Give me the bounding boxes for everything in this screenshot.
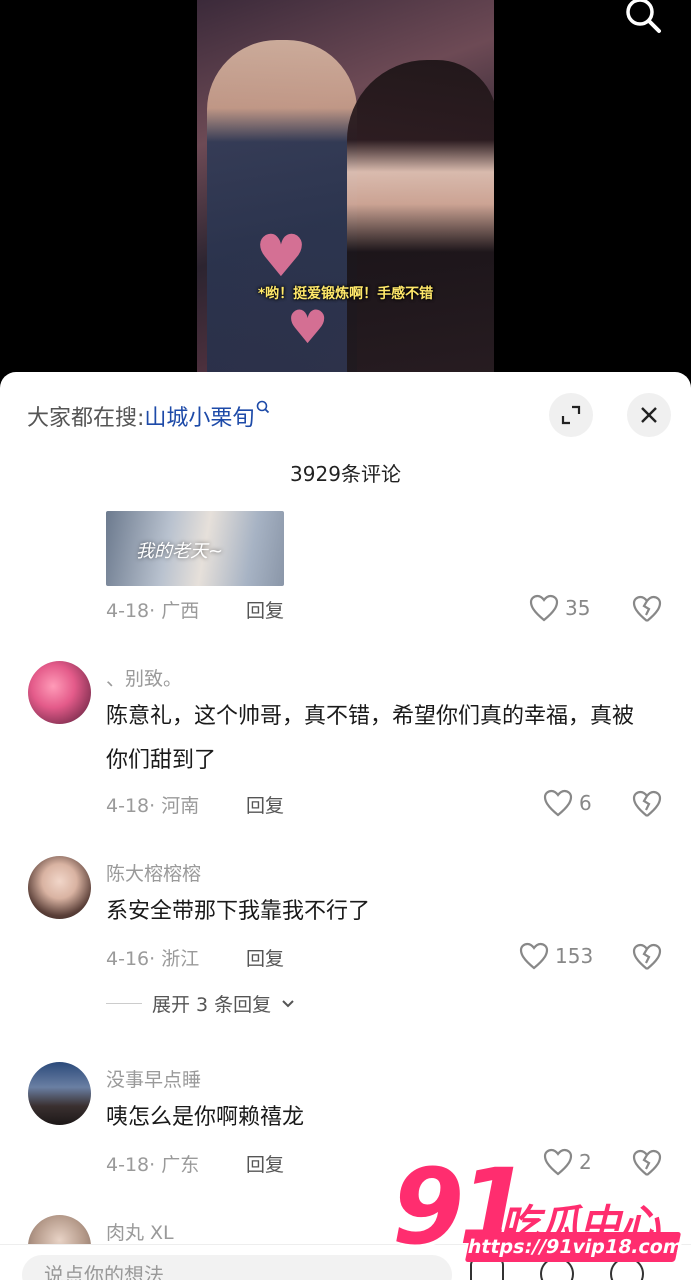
like-button[interactable]: 153: [519, 942, 593, 970]
video-player[interactable]: ♥ ♥ *哟！挺爱锻炼啊！手感不错: [197, 0, 494, 380]
comment-meta: 4-18· 广东: [106, 1154, 200, 1176]
like-count: 6: [579, 791, 592, 815]
comment-username[interactable]: 、别致。: [106, 664, 182, 691]
search-suggestion[interactable]: 大家都在搜:山城小栗旬: [27, 400, 270, 432]
search-suggestion-prefix: 大家都在搜:: [27, 406, 145, 431]
expand-fullscreen-button[interactable]: [549, 393, 593, 437]
search-small-icon: [257, 400, 270, 414]
like-count: 35: [565, 596, 591, 620]
search-suggestion-keyword[interactable]: 山城小栗旬: [144, 406, 254, 431]
reply-button[interactable]: 回复: [246, 596, 284, 623]
like-button[interactable]: 35: [529, 594, 590, 622]
screen: ♥ ♥ *哟！挺爱锻炼啊！手感不错 大家都在搜:山城小栗旬 3929条评论 我的…: [0, 0, 691, 1280]
expand-replies-button[interactable]: 展开 3 条回复: [106, 990, 295, 1017]
comment-username[interactable]: 肉丸 XL: [106, 1218, 174, 1245]
broken-heart-icon[interactable]: [632, 943, 662, 971]
close-icon: [641, 407, 657, 423]
expand-replies-label: 展开 3 条回复: [152, 994, 272, 1016]
comment-meta: 4-18· 广西: [106, 600, 200, 622]
divider-line: [106, 1003, 142, 1004]
watermark-logo: 91 吃瓜中心 https://91vip18.com: [392, 1146, 685, 1272]
comment-text: 咦怎么是你啊赖禧龙: [106, 1105, 305, 1130]
expand-icon: [561, 405, 581, 425]
comment-meta: 4-16· 浙江: [106, 948, 200, 970]
comment-image-caption: 我的老天~: [136, 541, 224, 562]
video-caption: *哟！挺爱锻炼啊！手感不错: [257, 286, 434, 302]
video-person-right: [347, 60, 494, 380]
watermark-url: https://91vip18.com: [464, 1232, 685, 1262]
heart-outline-icon: [529, 594, 559, 622]
comment-username[interactable]: 没事早点睡: [106, 1065, 201, 1092]
like-count: 153: [555, 944, 594, 968]
avatar[interactable]: [28, 661, 91, 724]
heart-sticker-icon: ♥: [287, 300, 329, 354]
comment-meta: 4-18· 河南: [106, 795, 200, 817]
comment-text: 陈意礼，这个帅哥，真不错，希望你们真的幸福，真被你们甜到了: [106, 704, 635, 773]
avatar[interactable]: [28, 1062, 91, 1125]
comment-image[interactable]: 我的老天~: [106, 511, 284, 586]
heart-outline-icon: [519, 942, 549, 970]
reply-button[interactable]: 回复: [246, 944, 284, 971]
heart-outline-icon: [543, 789, 573, 817]
comment-text: 系安全带那下我靠我不行了: [106, 899, 371, 924]
video-person-left: [207, 40, 357, 380]
broken-heart-icon[interactable]: [632, 595, 662, 623]
comment-input[interactable]: 说点你的想法: [22, 1255, 452, 1280]
chevron-down-icon: [282, 999, 294, 1007]
heart-sticker-icon: ♥: [255, 222, 307, 290]
like-button[interactable]: 6: [543, 789, 592, 817]
reply-button[interactable]: 回复: [246, 791, 284, 818]
close-button[interactable]: [627, 393, 671, 437]
avatar[interactable]: [28, 856, 91, 919]
comment-count-title: 3929条评论: [290, 462, 401, 486]
comment-username[interactable]: 陈大榕榕榕: [106, 859, 201, 886]
reply-button[interactable]: 回复: [246, 1150, 284, 1177]
comments-sheet: 大家都在搜:山城小栗旬 3929条评论 我的老天~ 4-18· 广西 回复 35: [0, 372, 691, 1280]
search-icon[interactable]: [623, 0, 663, 34]
broken-heart-icon[interactable]: [632, 790, 662, 818]
